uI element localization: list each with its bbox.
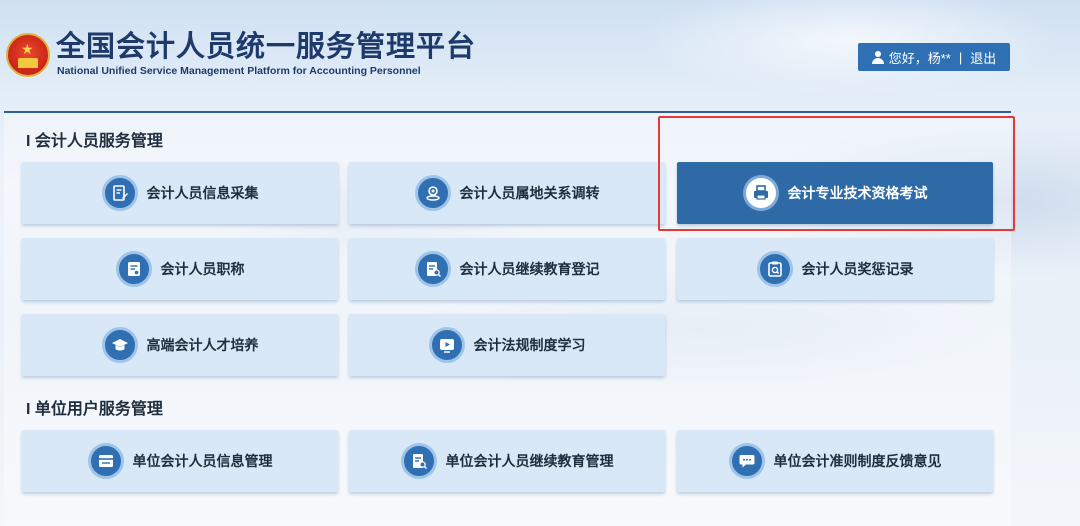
section-title-unit-users: I 单位用户服务管理 xyxy=(26,401,163,418)
tile-label: 单位会计人员继续教育管理 xyxy=(445,453,614,469)
play-icon xyxy=(428,327,465,363)
tile-label: 会计法规制度学习 xyxy=(473,337,586,353)
tile-rewards-penalties[interactable]: 会计人员奖惩记录 xyxy=(677,238,993,300)
tile-label: 会计人员奖惩记录 xyxy=(801,261,914,277)
separator: | xyxy=(958,49,963,65)
tile-professional-title[interactable]: 会计人员职称 xyxy=(22,238,338,300)
tile-label: 会计人员信息采集 xyxy=(146,185,259,201)
tile-label: 单位会计人员信息管理 xyxy=(132,453,273,469)
tile-qualification-exam[interactable]: 会计专业技术资格考试 xyxy=(677,162,993,224)
tile-regulation-study[interactable]: 会计法规制度学习 xyxy=(349,314,665,376)
platform-title: 全国会计人员统一服务管理平台 xyxy=(56,31,477,63)
tile-label: 高端会计人才培养 xyxy=(146,337,259,353)
national-emblem-icon: ★ xyxy=(6,33,50,77)
section-title-accounting-personnel: I 会计人员服务管理 xyxy=(26,133,163,150)
location-transfer-icon xyxy=(414,175,451,211)
graduation-cap-icon xyxy=(101,327,138,363)
tile-location-transfer[interactable]: 会计人员属地关系调转 xyxy=(349,162,665,224)
page-header: ★ 全国会计人员统一服务管理平台 National Unified Servic… xyxy=(0,0,1080,110)
platform-title-en: National Unified Service Management Plat… xyxy=(57,65,421,77)
user-icon xyxy=(871,50,884,64)
edit-form-icon xyxy=(101,175,138,211)
document-search-icon xyxy=(400,443,437,479)
document-badge-icon xyxy=(115,251,152,287)
tile-label: 单位会计准则制度反馈意见 xyxy=(773,453,942,469)
logout-link[interactable]: 退出 xyxy=(970,48,996,67)
user-bar: 您好，杨** | 退出 xyxy=(858,43,1010,71)
tile-label: 会计人员属地关系调转 xyxy=(459,185,600,201)
tile-label: 会计人员继续教育登记 xyxy=(459,261,600,277)
tile-standards-feedback[interactable]: 单位会计准则制度反馈意见 xyxy=(677,430,993,492)
user-greeting[interactable]: 您好，杨** xyxy=(889,48,951,67)
tile-label: 会计人员职称 xyxy=(160,261,245,277)
tile-label: 会计专业技术资格考试 xyxy=(787,185,928,201)
tile-talent-training[interactable]: 高端会计人才培养 xyxy=(22,314,338,376)
document-search-icon xyxy=(414,251,451,287)
clipboard-search-icon xyxy=(756,251,793,287)
tile-info-collection[interactable]: 会计人员信息采集 xyxy=(22,162,338,224)
tile-unit-info-management[interactable]: 单位会计人员信息管理 xyxy=(22,430,338,492)
chat-bubble-icon xyxy=(728,443,765,479)
tile-continuing-education[interactable]: 会计人员继续教育登记 xyxy=(349,238,665,300)
tile-unit-education-management[interactable]: 单位会计人员继续教育管理 xyxy=(349,430,665,492)
card-list-icon xyxy=(87,443,124,479)
printer-exam-icon xyxy=(742,175,779,211)
